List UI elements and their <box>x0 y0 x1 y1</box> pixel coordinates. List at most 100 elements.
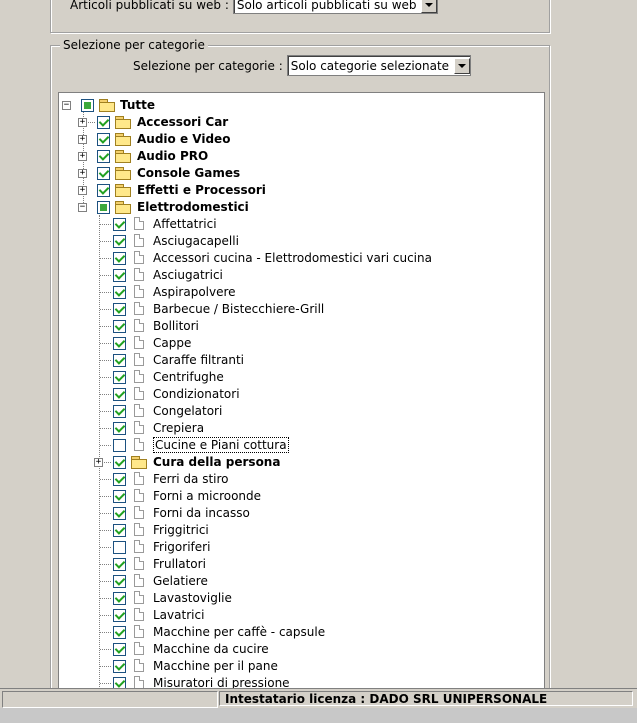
license-status: Intestatario licenza : DADO SRL UNIPERSO… <box>219 691 633 706</box>
chevron-down-icon[interactable] <box>453 57 470 74</box>
expand-icon[interactable]: + <box>78 152 87 161</box>
checkbox[interactable] <box>113 473 126 486</box>
checkbox[interactable] <box>113 218 126 231</box>
tree-connector <box>100 632 111 633</box>
tree-connector <box>100 581 111 582</box>
checkbox[interactable] <box>113 235 126 248</box>
tree-item-label: Cura della persona <box>153 455 281 469</box>
expand-icon[interactable]: + <box>78 118 87 127</box>
tree-item-label: Centrifughe <box>153 370 224 384</box>
checkbox[interactable] <box>97 133 110 146</box>
checkbox[interactable] <box>113 269 126 282</box>
tree-item-label: Affettatrici <box>153 217 217 231</box>
tree-item-label: Asciugacapelli <box>153 234 239 248</box>
checkbox[interactable] <box>113 575 126 588</box>
checkbox[interactable] <box>113 643 126 656</box>
tree-connector <box>100 649 111 650</box>
checkbox[interactable] <box>97 116 110 129</box>
checkbox[interactable] <box>97 201 110 214</box>
collapse-icon[interactable]: − <box>62 101 71 110</box>
checkbox[interactable] <box>113 337 126 350</box>
checkbox[interactable] <box>113 558 126 571</box>
tree-item-label: Macchine per caffè - capsule <box>153 625 326 639</box>
checkbox[interactable] <box>113 609 126 622</box>
checkbox[interactable] <box>97 184 110 197</box>
document-icon <box>134 472 144 485</box>
published-filter-row: Articoli pubblicati su web : Solo artico… <box>70 0 438 15</box>
checkbox[interactable] <box>113 354 126 367</box>
expand-icon[interactable]: + <box>94 458 103 467</box>
chevron-down-icon[interactable] <box>420 0 437 13</box>
tree-connector <box>100 428 111 429</box>
checkbox[interactable] <box>113 490 126 503</box>
folder-icon <box>115 116 131 129</box>
category-filter-select[interactable]: Solo categorie selezionate <box>286 55 471 76</box>
document-icon <box>134 387 144 400</box>
document-icon <box>134 642 144 655</box>
folder-icon <box>115 167 131 180</box>
checkbox[interactable] <box>113 303 126 316</box>
checkbox[interactable] <box>97 167 110 180</box>
checkbox[interactable] <box>113 439 126 452</box>
checkbox[interactable] <box>113 388 126 401</box>
tree-connector <box>100 309 111 310</box>
published-filter-select[interactable]: Solo articoli pubblicati su web <box>232 0 438 14</box>
document-icon <box>134 302 144 315</box>
document-icon <box>134 557 144 570</box>
folder-icon <box>115 184 131 197</box>
checkbox[interactable] <box>113 422 126 435</box>
checkbox[interactable] <box>113 524 126 537</box>
checkbox[interactable] <box>113 592 126 605</box>
tree-connector <box>100 241 111 242</box>
bottom-strip <box>0 708 637 723</box>
expand-icon[interactable]: + <box>78 169 87 178</box>
tree-item-label: Macchine da cucire <box>153 642 269 656</box>
checkbox[interactable] <box>113 456 126 469</box>
tree-group-label: Elettrodomestici <box>137 200 249 214</box>
expand-icon[interactable]: + <box>78 135 87 144</box>
checkbox[interactable] <box>113 507 126 520</box>
checkbox[interactable] <box>113 660 126 673</box>
folder-icon <box>115 201 131 214</box>
tree-item-label: Crepiera <box>153 421 205 435</box>
tree-connector <box>100 530 111 531</box>
document-icon <box>134 285 144 298</box>
tree-connector <box>100 683 111 684</box>
document-icon <box>134 489 144 502</box>
status-bar: Intestatario licenza : DADO SRL UNIPERSO… <box>0 688 637 709</box>
document-icon <box>134 319 144 332</box>
document-icon <box>134 234 144 247</box>
tree-connector <box>100 292 111 293</box>
checkbox[interactable] <box>113 371 126 384</box>
tree-connector <box>100 394 111 395</box>
tree-item-label: Forni a microonde <box>153 489 262 503</box>
category-group-legend: Selezione per categorie <box>60 38 208 52</box>
tree-item-label: Condizionatori <box>153 387 240 401</box>
tree-connector <box>100 224 111 225</box>
tree-connector <box>100 445 111 446</box>
tree-item-label: Forni da incasso <box>153 506 250 520</box>
checkbox[interactable] <box>113 286 126 299</box>
checkbox[interactable] <box>97 150 110 163</box>
document-icon <box>134 506 144 519</box>
tree-item-label: Lavatrici <box>153 608 205 622</box>
expand-icon[interactable]: + <box>78 186 87 195</box>
checkbox[interactable] <box>113 541 126 554</box>
document-icon <box>134 336 144 349</box>
checkbox[interactable] <box>113 626 126 639</box>
document-icon <box>134 251 144 264</box>
tree-connector <box>100 496 111 497</box>
tree-connector <box>100 615 111 616</box>
tree-connector <box>100 564 111 565</box>
category-tree[interactable]: − Tutte + Accessori Car + Audio e Video … <box>58 92 545 694</box>
tree-item-label: Caraffe filtranti <box>153 353 245 367</box>
tree-connector <box>100 479 111 480</box>
checkbox[interactable] <box>113 252 126 265</box>
tree-group-label: Console Games <box>137 166 241 180</box>
document-icon <box>134 438 144 451</box>
checkbox[interactable] <box>113 405 126 418</box>
checkbox[interactable] <box>81 99 94 112</box>
checkbox[interactable] <box>113 320 126 333</box>
tree-item-label: Ferri da stiro <box>153 472 229 486</box>
collapse-icon[interactable]: − <box>78 203 87 212</box>
